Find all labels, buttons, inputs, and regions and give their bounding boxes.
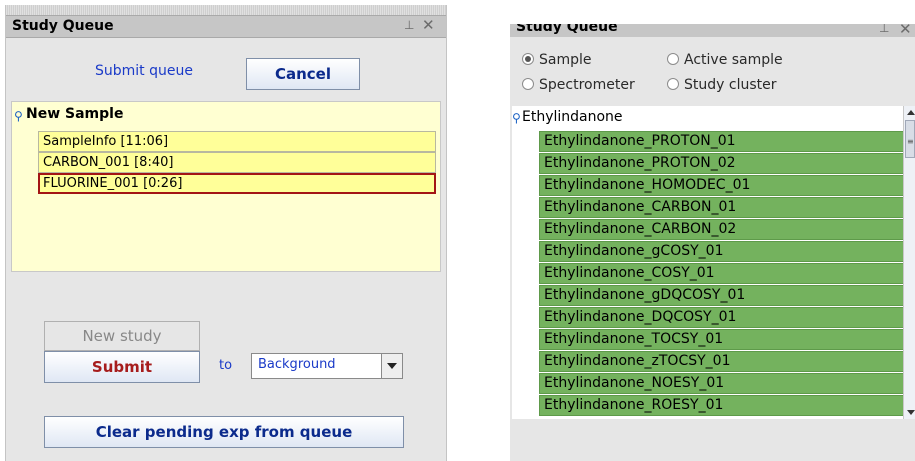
new-study-button[interactable]: New study	[44, 321, 200, 351]
cancel-button[interactable]: Cancel	[246, 58, 360, 90]
study-tree: ⚲ Ethylindanone Ethylindanone_PROTON_01 E…	[512, 106, 903, 419]
radio-label: Active sample	[684, 52, 783, 68]
completed-study-item[interactable]: Ethylindanone_CARBON_01	[539, 197, 903, 218]
completed-study-item[interactable]: Ethylindanone_CARBON_02	[539, 219, 903, 240]
submit-button[interactable]: Submit	[44, 351, 200, 383]
chevron-down-icon	[387, 363, 397, 369]
close-icon[interactable]: ✕	[422, 16, 435, 34]
study-queue-panel-left: Study Queue ⊥ ✕ Submit queue Cancel ⚲ Ne…	[5, 5, 447, 461]
panel-title: Study Queue	[516, 24, 618, 35]
sample-node-label[interactable]: New Sample	[26, 106, 123, 122]
pin-icon[interactable]: ⊥	[404, 18, 414, 32]
to-label: to	[219, 358, 233, 373]
completed-study-item[interactable]: Ethylindanone_NOESY_01	[539, 373, 903, 394]
radio-indicator	[522, 78, 534, 90]
radio-label: Spectrometer	[539, 77, 635, 93]
completed-study-item[interactable]: Ethylindanone_DQCOSY_01	[539, 307, 903, 328]
sample-node-label[interactable]: Ethylindanone	[522, 109, 623, 125]
completed-study-item[interactable]: Ethylindanone_zTOCSY_01	[539, 351, 903, 372]
scroll-down-icon[interactable]	[907, 410, 915, 415]
close-icon[interactable]: ✕	[899, 24, 912, 37]
radio-indicator	[522, 53, 534, 65]
tree-node-icon[interactable]: ⚲	[14, 109, 23, 123]
queue-item[interactable]: CARBON_001 [8:40]	[38, 152, 436, 173]
completed-study-item[interactable]: Ethylindanone_PROTON_02	[539, 153, 903, 174]
dropdown-button[interactable]	[381, 354, 402, 378]
panel-drag-stripe[interactable]	[6, 5, 446, 15]
radio-label: Sample	[539, 52, 592, 68]
queue-item[interactable]: SampleInfo [11:06]	[38, 131, 436, 152]
completed-study-item[interactable]: Ethylindanone_HOMODEC_01	[539, 175, 903, 196]
queue-tree: ⚲ New Sample SampleInfo [11:06] CARBON_0…	[11, 101, 441, 272]
panel-titlebar: Study Queue ⊥ ✕	[510, 24, 915, 37]
scroll-up-icon[interactable]	[907, 110, 915, 115]
study-queue-panel-right: Study Queue ⊥ ✕ Sample Active sample Spe…	[510, 24, 915, 461]
queue-target-value: Background	[258, 357, 336, 372]
completed-study-item[interactable]: Ethylindanone_PROTON_01	[539, 131, 903, 152]
radio-spectrometer[interactable]: Spectrometer	[522, 77, 635, 93]
panel-titlebar: Study Queue ⊥ ✕	[6, 15, 446, 38]
queue-target-select[interactable]: Background	[251, 353, 403, 379]
radio-label: Study cluster	[684, 77, 777, 93]
vertical-scrollbar[interactable]: ≡	[903, 106, 915, 419]
completed-study-item[interactable]: Ethylindanone_COSY_01	[539, 263, 903, 284]
panel-title: Study Queue	[12, 18, 114, 34]
radio-indicator	[667, 53, 679, 65]
queue-item-selected[interactable]: FLUORINE_001 [0:26]	[38, 173, 436, 194]
completed-study-item[interactable]: Ethylindanone_ROESY_01	[539, 395, 903, 416]
radio-study-cluster[interactable]: Study cluster	[667, 77, 776, 93]
completed-study-item[interactable]: Ethylindanone_TOCSY_01	[539, 329, 903, 350]
completed-study-item[interactable]: Ethylindanone_gCOSY_01	[539, 241, 903, 262]
clear-pending-button[interactable]: Clear pending exp from queue	[44, 416, 404, 448]
tree-node-icon[interactable]: ⚲	[512, 111, 521, 125]
radio-indicator	[667, 78, 679, 90]
submit-queue-link[interactable]: Submit queue	[74, 63, 214, 79]
radio-active-sample[interactable]: Active sample	[667, 52, 783, 68]
completed-study-item[interactable]: Ethylindanone_gDQCOSY_01	[539, 285, 903, 306]
radio-sample[interactable]: Sample	[522, 52, 592, 68]
pin-icon[interactable]: ⊥	[879, 24, 889, 35]
grip-icon: ≡	[907, 137, 914, 146]
